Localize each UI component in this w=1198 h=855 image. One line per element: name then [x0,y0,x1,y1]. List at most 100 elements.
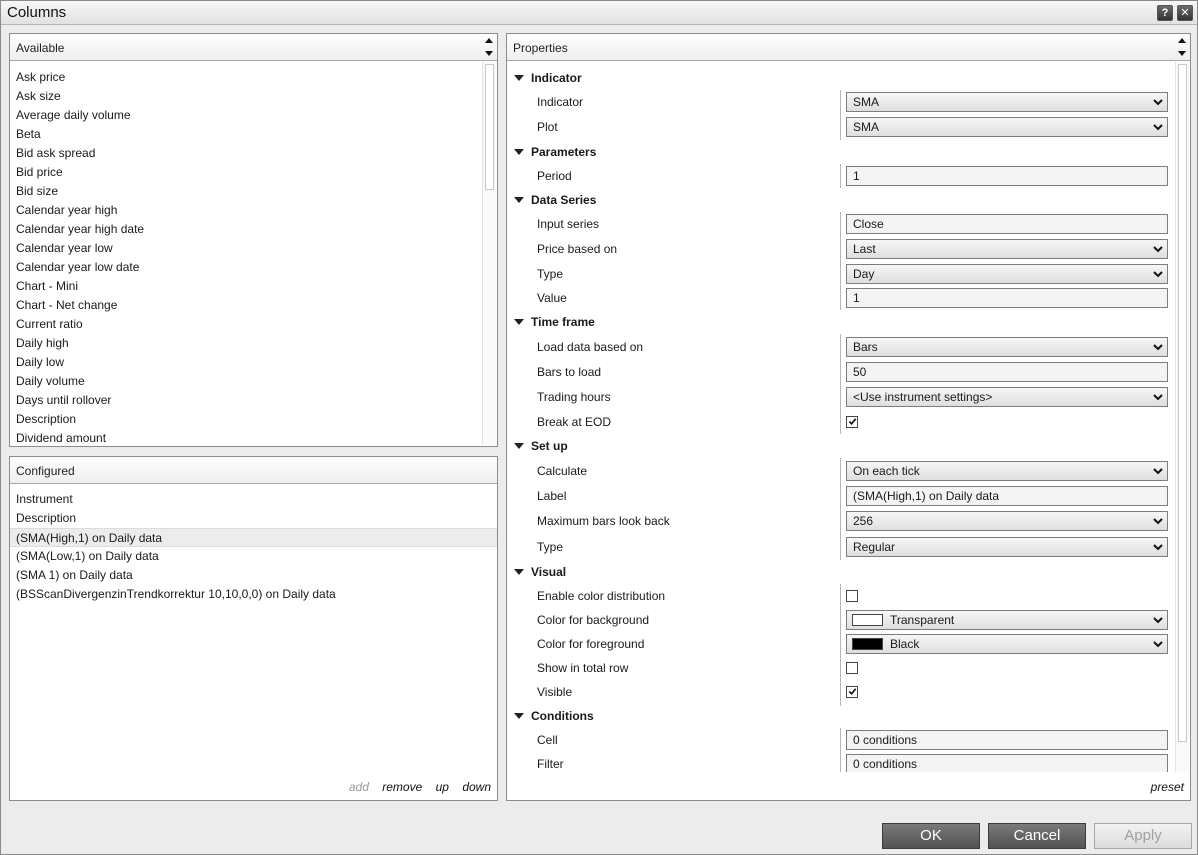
property-grid: Indicator Indicator SMA Plot SMA Paramet… [507,62,1174,772]
available-item[interactable]: Daily low [16,353,64,372]
cell-conditions-field[interactable]: 0 conditions [846,730,1168,750]
available-item[interactable]: Bid price [16,163,63,182]
available-item[interactable]: Calendar year low date [16,258,139,277]
max-bars-look-back-select[interactable]: 256 [846,511,1168,531]
indicator-select[interactable]: SMA [846,92,1168,112]
bars-to-load-field[interactable]: 50 [846,362,1168,382]
apply-button[interactable]: Apply [1094,823,1192,849]
add-link[interactable]: add [349,780,369,794]
available-scroll-thumb[interactable] [485,64,494,190]
available-item[interactable]: Ask size [16,87,61,106]
load-data-based-on-select[interactable]: Bars [846,337,1168,357]
properties-panel: Properties Indicator Indicator SMA Plot [506,33,1191,801]
available-item[interactable]: Calendar year high [16,201,117,220]
collapse-triangle-icon[interactable] [514,197,524,203]
ok-button[interactable]: OK [882,823,980,849]
configured-item[interactable]: Description [16,509,76,528]
available-item[interactable]: Dividend amount [16,429,106,445]
sort-down-icon[interactable] [1178,51,1186,56]
available-title: Available [16,41,65,55]
configured-item[interactable]: (SMA(Low,1) on Daily data [16,547,159,566]
preset-link[interactable]: preset [1151,780,1184,794]
remove-link[interactable]: remove [382,780,422,794]
configured-item[interactable]: Instrument [16,490,73,509]
color-background-select[interactable]: Transparent [846,610,1168,630]
help-icon[interactable]: ? [1157,5,1173,21]
input-series-field[interactable]: Close [846,214,1168,234]
collapse-triangle-icon[interactable] [514,569,524,575]
column-divider [840,458,841,560]
label-max-bars-look-back: Maximum bars look back [537,514,670,528]
label-value: Value [537,291,567,305]
available-item[interactable]: Calendar year high date [16,220,144,239]
calculate-select[interactable]: On each tick [846,461,1168,481]
available-item[interactable]: Bid ask spread [16,144,95,163]
properties-scrollbar[interactable] [1175,62,1189,772]
checkmark-icon [848,418,857,425]
collapse-triangle-icon[interactable] [514,149,524,155]
period-field[interactable]: 1 [846,166,1168,186]
chevron-down-icon [1153,394,1163,401]
available-item[interactable]: Average daily volume [16,106,131,125]
indicator-select-value: SMA [853,95,880,109]
label-color-foreground: Color for foreground [537,637,645,651]
label-type-setup: Type [537,540,564,554]
collapse-triangle-icon[interactable] [514,319,524,325]
price-based-on-select[interactable]: Last [846,239,1168,259]
down-link[interactable]: down [462,780,491,794]
available-item[interactable]: Daily high [16,334,69,353]
sort-up-icon[interactable] [485,38,493,43]
available-item[interactable]: Calendar year low [16,239,113,258]
filter-conditions-field[interactable]: 0 conditions [846,754,1168,772]
color-background-value: Transparent [890,613,955,627]
available-scrollbar[interactable] [482,62,496,445]
configured-list: Instrument Description (SMA(High,1) on Dai… [10,485,497,765]
type-ds-select[interactable]: Day [846,264,1168,284]
properties-sort-arrows[interactable] [1176,35,1188,59]
collapse-triangle-icon[interactable] [514,75,524,81]
type-setup-select[interactable]: Regular [846,537,1168,557]
available-item[interactable]: Ask price [16,68,65,87]
label-field[interactable]: (SMA(High,1) on Daily data [846,486,1168,506]
chevron-down-icon [1153,124,1163,131]
input-series-value: Close [853,217,884,231]
chevron-down-icon [1153,544,1163,551]
available-item[interactable]: Days until rollover [16,391,111,410]
sort-down-icon[interactable] [485,51,493,56]
available-item[interactable]: Bid size [16,182,58,201]
configured-item[interactable]: (SMA(High,1) on Daily data [10,528,497,547]
color-foreground-select[interactable]: Black [846,634,1168,654]
enable-color-distribution-checkbox[interactable] [846,590,858,602]
available-item[interactable]: Beta [16,125,41,144]
available-sort-arrows[interactable] [483,35,495,59]
available-item[interactable]: Current ratio [16,315,83,334]
collapse-triangle-icon[interactable] [514,443,524,449]
configured-actions: add remove up down [339,780,491,794]
available-item[interactable]: Chart - Net change [16,296,117,315]
collapse-triangle-icon[interactable] [514,713,524,719]
available-item[interactable]: Chart - Mini [16,277,78,296]
available-item[interactable]: Description [16,410,76,429]
close-icon[interactable]: ✕ [1177,5,1193,21]
configured-item[interactable]: (BSScanDivergenzinTrendkorrektur 10,10,0… [16,585,336,604]
sort-up-icon[interactable] [1178,38,1186,43]
label-cell: Cell [537,733,558,747]
show-in-total-row-checkbox[interactable] [846,662,858,674]
label-bars-to-load: Bars to load [537,365,602,379]
color-swatch [852,638,883,650]
available-item[interactable]: Daily volume [16,372,85,391]
bars-to-load-value: 50 [853,365,867,379]
cancel-button[interactable]: Cancel [988,823,1086,849]
trading-hours-select[interactable]: <Use instrument settings> [846,387,1168,407]
properties-scroll-thumb[interactable] [1178,64,1187,742]
type-setup-value: Regular [853,540,896,554]
label-label: Label [537,489,567,503]
columns-dialog: Columns ? ✕ Available Ask price Ask size A… [0,0,1198,855]
plot-select[interactable]: SMA [846,117,1168,137]
value-field[interactable]: 1 [846,288,1168,308]
break-at-eod-checkbox[interactable] [846,416,858,428]
configured-item[interactable]: (SMA 1) on Daily data [16,566,133,585]
up-link[interactable]: up [436,780,449,794]
label-price-based-on: Price based on [537,242,618,256]
visible-checkbox[interactable] [846,686,858,698]
